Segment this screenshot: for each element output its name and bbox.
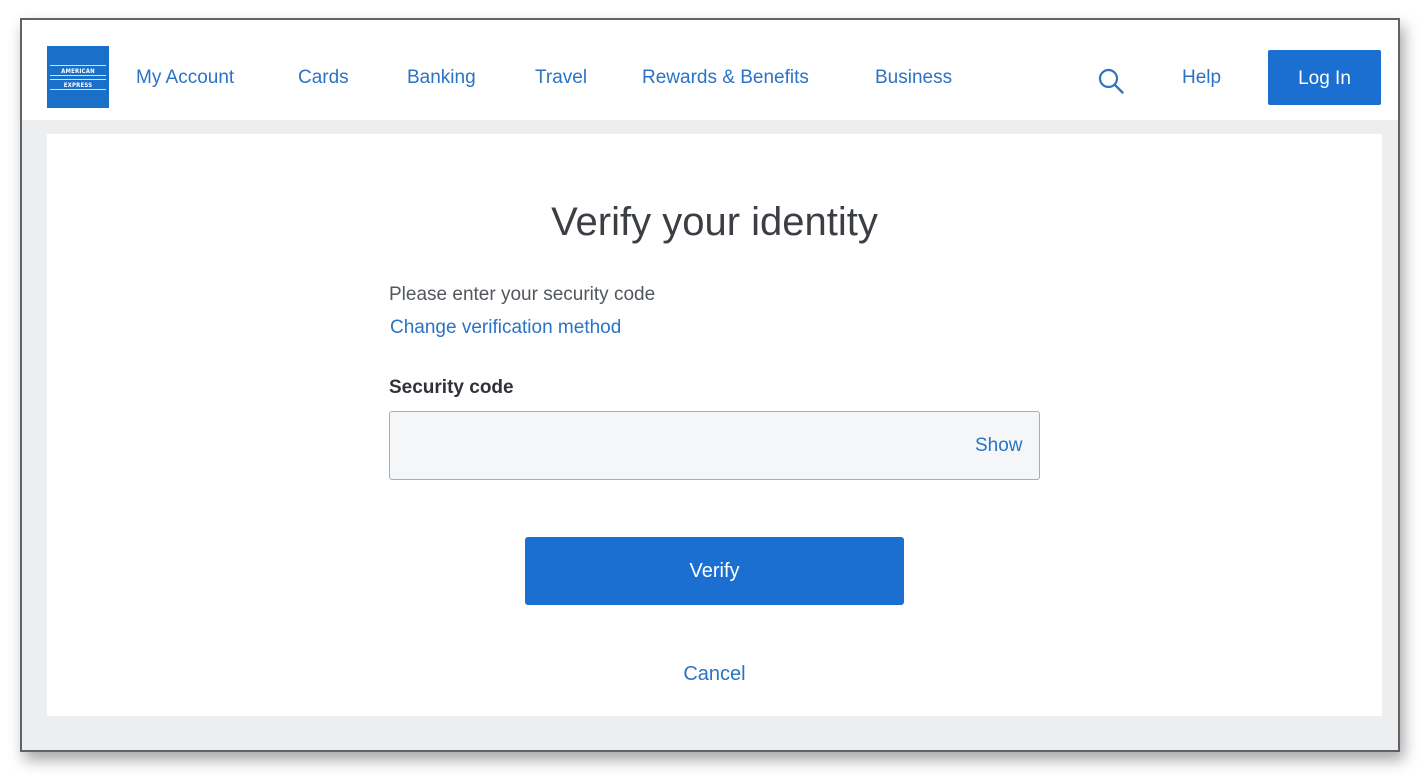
amex-logo[interactable]: AMERICAN EXPRESS bbox=[47, 46, 109, 108]
nav-item-rewards-benefits[interactable]: Rewards & Benefits bbox=[642, 68, 809, 88]
nav-item-cards[interactable]: Cards bbox=[298, 68, 349, 88]
security-code-input[interactable] bbox=[389, 411, 1040, 480]
change-verification-method-link[interactable]: Change verification method bbox=[390, 317, 621, 339]
top-navigation-bar: AMERICAN EXPRESS My Account Cards Bankin… bbox=[22, 20, 1398, 120]
search-icon[interactable] bbox=[1097, 67, 1125, 95]
nav-item-travel[interactable]: Travel bbox=[535, 68, 587, 88]
verify-button[interactable]: Verify bbox=[525, 537, 904, 605]
show-code-toggle[interactable]: Show bbox=[975, 435, 1023, 457]
nav-item-my-account[interactable]: My Account bbox=[136, 68, 234, 88]
verification-panel: Verify your identity Please enter your s… bbox=[47, 134, 1382, 716]
cancel-link[interactable]: Cancel bbox=[47, 662, 1382, 686]
nav-item-business[interactable]: Business bbox=[875, 68, 952, 88]
login-button[interactable]: Log In bbox=[1268, 50, 1381, 105]
logo-text-american: AMERICAN bbox=[50, 64, 106, 76]
page-title: Verify your identity bbox=[551, 200, 878, 244]
browser-frame: AMERICAN EXPRESS My Account Cards Bankin… bbox=[20, 18, 1400, 752]
help-link[interactable]: Help bbox=[1182, 68, 1221, 88]
logo-text-express: EXPRESS bbox=[50, 78, 106, 90]
instruction-text: Please enter your security code bbox=[389, 284, 656, 305]
security-code-label: Security code bbox=[389, 377, 514, 398]
nav-item-banking[interactable]: Banking bbox=[407, 68, 476, 88]
